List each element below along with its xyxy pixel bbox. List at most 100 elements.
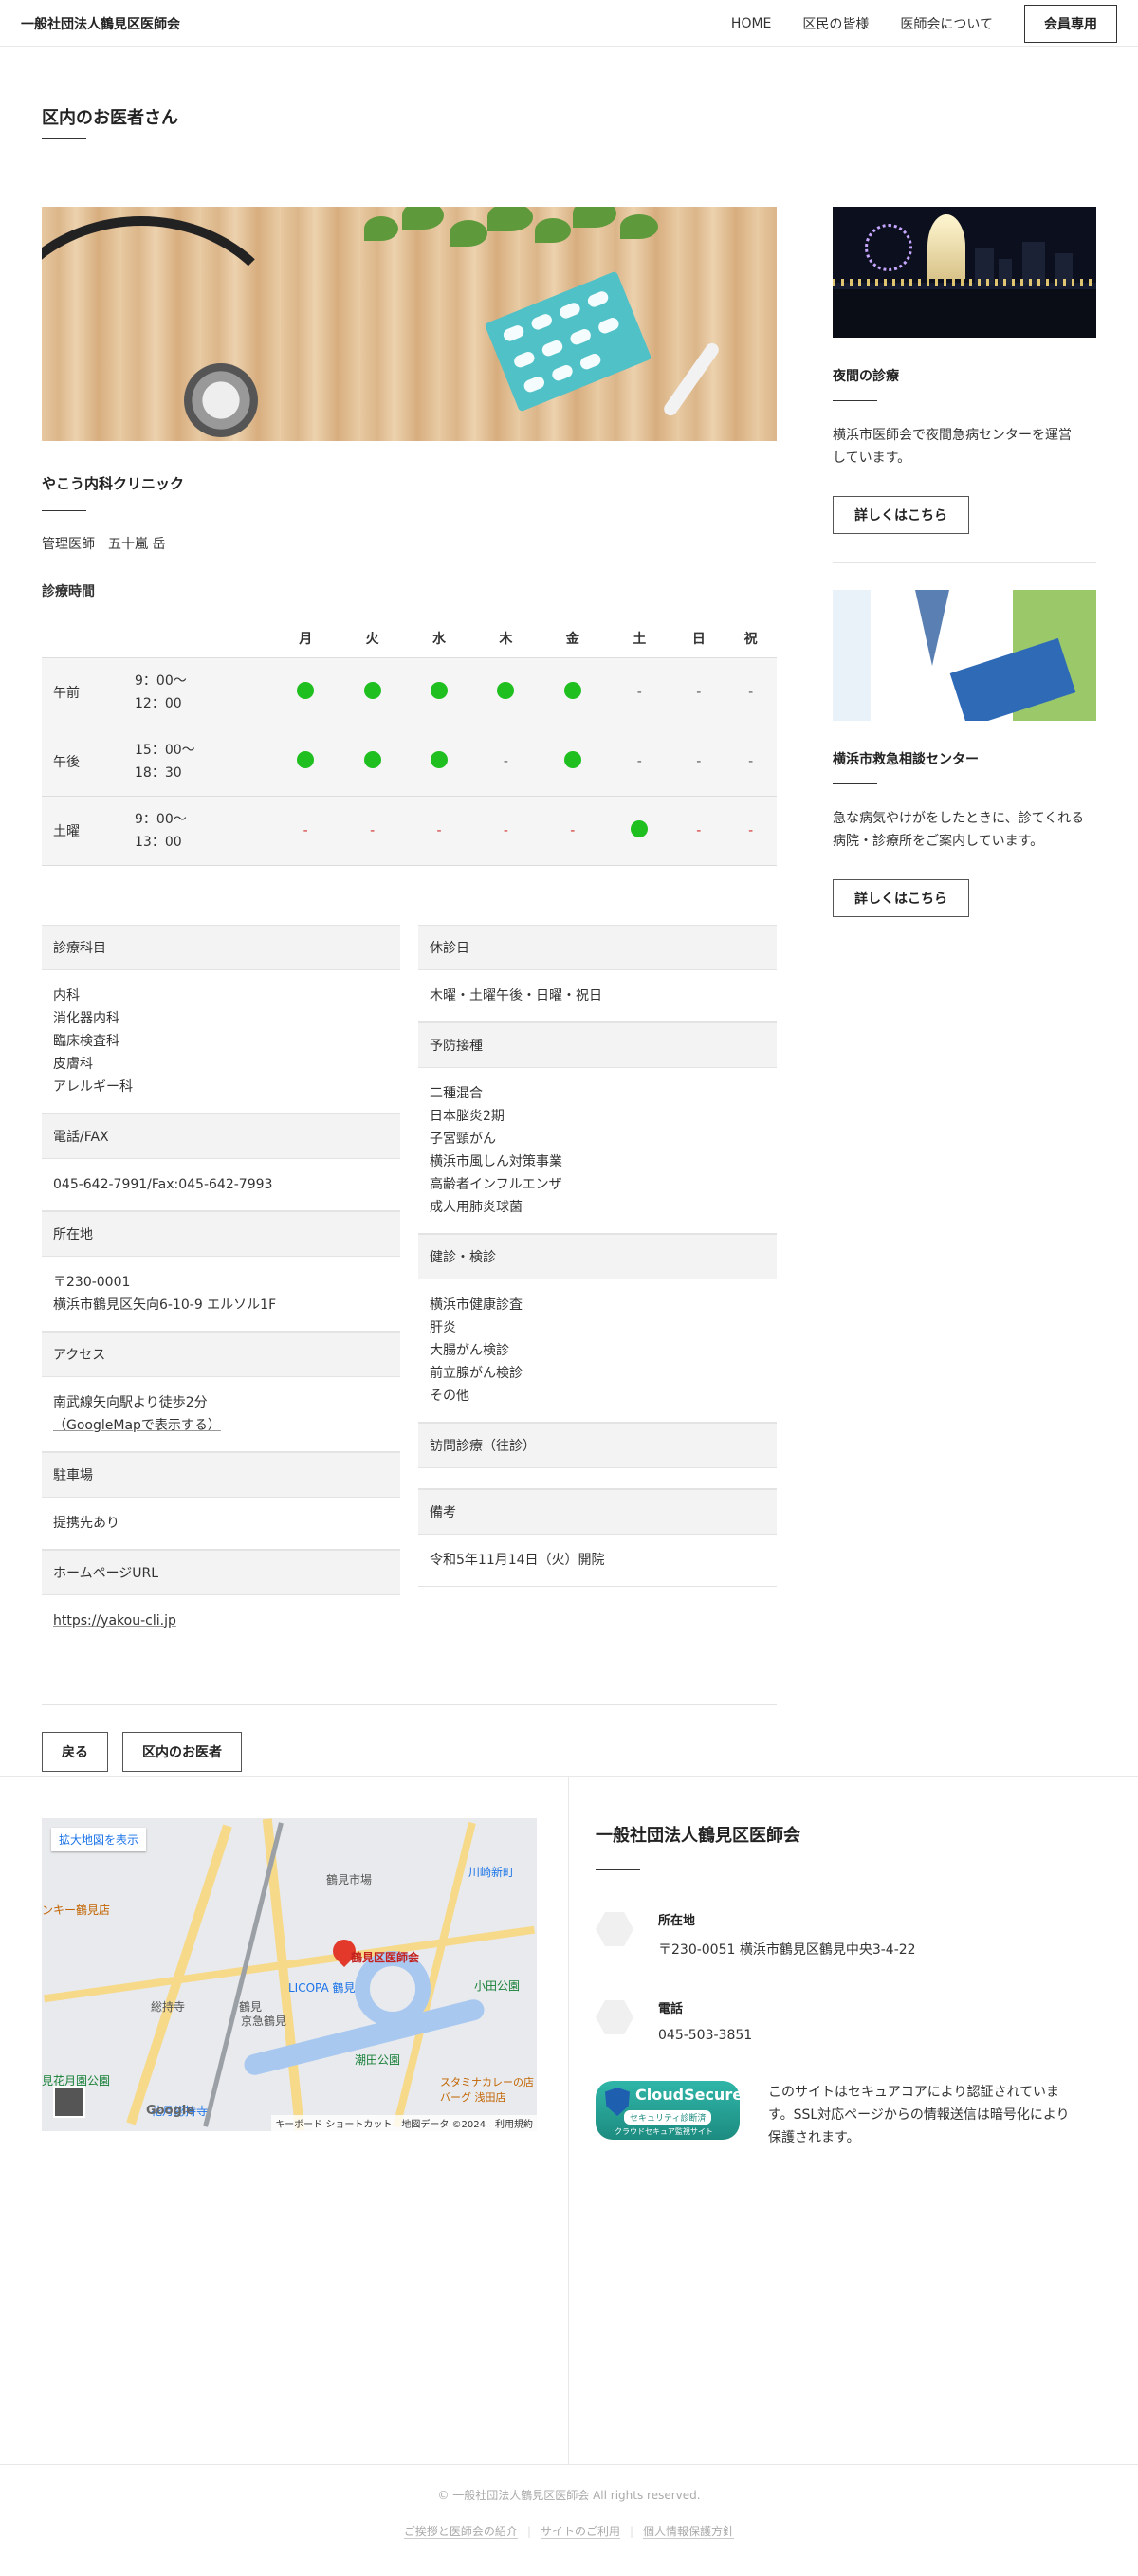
member-only-button[interactable]: 会員専用 <box>1024 4 1117 43</box>
manager-name: 五十嵐 岳 <box>108 537 166 552</box>
clinic-name-underline <box>42 510 86 511</box>
checkup-item: 大腸がん検診 <box>430 1342 509 1358</box>
footer-org-info: 一般社団法人鶴見区医師会 所在地 〒230-0051 横浜市鶴見区鶴見中央3-4… <box>596 1818 1089 2149</box>
closed-dash: - <box>748 684 754 700</box>
nav-residents[interactable]: 区民の皆様 <box>802 14 869 33</box>
hours-row: 土曜 9：00〜 13：00 - - - - - - - <box>42 796 777 866</box>
dept-item: 内科 <box>53 987 80 1003</box>
note-heading: 備考 <box>418 1488 777 1535</box>
checkup-item: 横浜市健康診査 <box>430 1297 523 1313</box>
open-dot-icon <box>431 681 449 699</box>
footer-tel-row: 電話 045-503-3851 <box>596 1998 1089 2043</box>
hours-cell-closed: - <box>405 796 473 866</box>
address-heading: 所在地 <box>42 1210 400 1257</box>
security-text: このサイトはセキュアコアにより認証されています。SSL対応ページからの情報送信は… <box>768 2085 1070 2145</box>
map-attribution[interactable]: キーボード ショートカット 地図データ ©2024 利用規約 <box>271 2115 537 2131</box>
emergency-consult-title: 横浜市救急相談センター <box>833 752 979 767</box>
open-dot-icon <box>297 681 315 699</box>
hours-cell-closed: - <box>539 796 607 866</box>
hours-cell-open <box>606 796 673 866</box>
footer-link-greeting[interactable]: ご挨拶と医師会の紹介 <box>403 2525 518 2539</box>
map-label: 京急鶴見 <box>241 2015 287 2028</box>
day-header: 水 <box>405 619 473 658</box>
google-map[interactable]: 拡大地図を表示 鶴見区医師会 鶴見市場 川崎新町 LICOPA 鶴見 京急鶴見 … <box>42 1818 537 2131</box>
hours-time-end: 12：00 <box>135 695 182 711</box>
hours-cell-closed: - <box>472 727 540 797</box>
vaccination-item: 高齢者インフルエンザ <box>430 1176 562 1192</box>
hours-cell-open <box>405 727 473 797</box>
night-clinic-underline <box>833 400 877 401</box>
phone-icon <box>596 2000 633 2034</box>
nav-about[interactable]: 医師会について <box>900 14 993 33</box>
vaccination-item: 二種混合 <box>430 1085 483 1101</box>
checkup-item: その他 <box>430 1388 469 1404</box>
page-title: 区内のお医者さん <box>42 108 178 128</box>
url-heading: ホームページURL <box>42 1549 400 1595</box>
badge-title: CloudSecure <box>635 2086 743 2104</box>
hours-cell-closed: - <box>725 657 777 727</box>
hours-row: 午後 15：00〜 18：30 - - - - <box>42 727 777 797</box>
day-header: 木 <box>472 619 540 658</box>
access-text: 南武線矢向駅より徒歩2分 <box>53 1394 208 1410</box>
hours-cell-open <box>339 657 406 727</box>
details-grid: 診療科目 内科 消化器内科 臨床検査科 皮膚科 アレルギー科 電話/FAX 04… <box>42 924 777 1647</box>
footer-links: ご挨拶と医師会の紹介 | サイトのご利用 | 個人情報保護方針 <box>403 2525 735 2539</box>
footer-tel: 045-503-3851 <box>658 2028 753 2043</box>
open-dot-icon <box>631 819 649 837</box>
map-label: 鶴見市場 <box>326 1873 373 1886</box>
hours-cell-closed: - <box>725 727 777 797</box>
street-view-peg-icon[interactable] <box>53 2086 85 2118</box>
dept-item: 皮膚科 <box>53 1056 93 1072</box>
open-dot-icon <box>497 681 515 699</box>
day-header: 土 <box>606 619 673 658</box>
hours-table: 月 火 水 木 金 土 日 祝 午前 9：00〜 12：00- - - 午後 15：00〜 1… <box>42 619 777 866</box>
hours-time-start: 15：00〜 <box>135 742 195 758</box>
footer-tel-label: 電話 <box>658 2002 684 2016</box>
hours-cell-open <box>405 657 473 727</box>
footer-column-divider <box>568 1776 569 2464</box>
emergency-consult-text-line: 急な病気やけがをしたときに、診てくれる <box>833 811 1085 826</box>
hours-row: 午前 9：00〜 12：00 - - - <box>42 657 777 727</box>
open-dot-icon <box>563 681 581 699</box>
homepage-link[interactable]: https://yakou-cli.jp <box>53 1613 176 1628</box>
clinic-detail: やこう内科クリニック 管理医師 五十嵐 岳 診療時間 月 火 水 木 金 土 日 … <box>42 207 777 1772</box>
emergency-consult-text: 急な病気やけがをしたときに、診てくれる 病院・診療所をご案内しています。 <box>833 807 1096 853</box>
cloudsecure-badge[interactable]: CloudSecure セキュリティ診断済 クラウドセキュア監視サイト <box>596 2081 743 2140</box>
footer-divider <box>0 1776 1138 1777</box>
manager-row: 管理医師 五十嵐 岳 <box>42 534 777 553</box>
closed-dash: - <box>503 822 508 838</box>
vaccination-heading: 予防接種 <box>418 1021 777 1068</box>
clinic-list-button[interactable]: 区内のお医者 <box>122 1731 242 1772</box>
site-logo[interactable]: 一般社団法人鶴見区医師会 <box>21 14 180 33</box>
tel-value: 045-642-7991/Fax:045-642-7993 <box>42 1159 400 1211</box>
night-clinic-more-button[interactable]: 詳しくはこちら <box>833 496 969 534</box>
closed-dash: - <box>370 822 376 838</box>
closed-dash: - <box>503 753 508 769</box>
hours-time-end: 13：00 <box>135 834 182 850</box>
closed-dash: - <box>696 822 702 838</box>
back-button[interactable]: 戻る <box>42 1731 108 1772</box>
vaccination-list: 二種混合 日本脳炎2期 子宮頸がん 横浜市風しん対策事業 高齢者インフルエンザ … <box>418 1068 777 1234</box>
day-header: 祝 <box>725 619 777 658</box>
footer-address-row: 所在地 〒230-0051 横浜市鶴見区鶴見中央3-4-22 <box>596 1910 1089 1959</box>
details-right: 休診日 木曜・土曜午後・日曜・祝日 予防接種 二種混合 日本脳炎2期 子宮頸がん… <box>418 924 777 1647</box>
hours-cell-closed: - <box>606 657 673 727</box>
nav-home[interactable]: HOME <box>731 16 771 31</box>
vaccination-item: 日本脳炎2期 <box>430 1108 505 1124</box>
footer-address: 〒230-0051 横浜市鶴見区鶴見中央3-4-22 <box>658 1942 916 1958</box>
hours-cell-open <box>539 657 607 727</box>
dept-list: 内科 消化器内科 臨床検査科 皮膚科 アレルギー科 <box>42 970 400 1113</box>
footer-link-site-usage[interactable]: サイトのご利用 <box>540 2525 620 2539</box>
footer-org-name: 一般社団法人鶴見区医師会 <box>596 1826 800 1846</box>
dept-item: 臨床検査科 <box>53 1033 119 1049</box>
hours-time: 9：00〜 13：00 <box>135 796 272 866</box>
closed-value: 木曜・土曜午後・日曜・祝日 <box>418 970 777 1022</box>
emergency-consult-more-button[interactable]: 詳しくはこちら <box>833 879 969 917</box>
dept-item: アレルギー科 <box>53 1078 133 1095</box>
open-dot-icon <box>363 750 381 768</box>
divider <box>42 1703 777 1705</box>
googlemap-link[interactable]: （GoogleMapで表示する） <box>53 1414 389 1437</box>
enlarge-map-button[interactable]: 拡大地図を表示 <box>51 1828 147 1851</box>
footer-link-privacy[interactable]: 個人情報保護方針 <box>643 2525 735 2539</box>
closed-heading: 休診日 <box>418 924 777 970</box>
